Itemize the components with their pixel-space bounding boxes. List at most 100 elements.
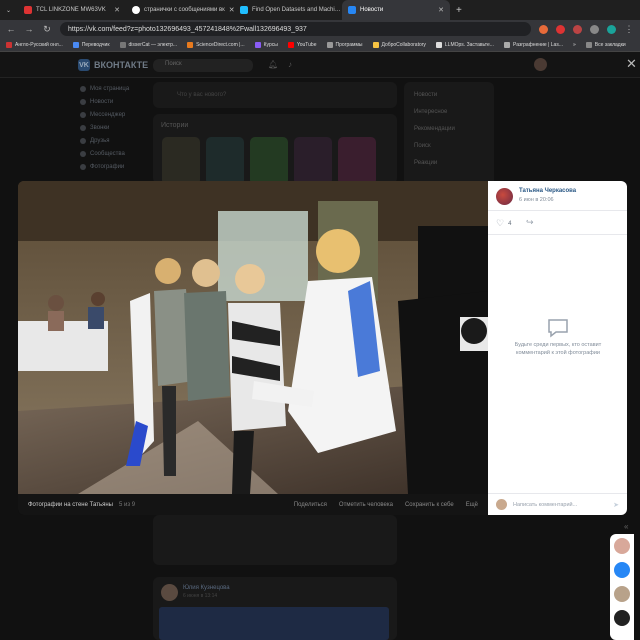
- plus-icon: +: [456, 4, 462, 16]
- photo[interactable]: [18, 181, 488, 494]
- menu-item[interactable]: Мессенджер: [80, 108, 152, 121]
- browser-tab-strip: ⌄ TCL LINKZONE MW63VK ✕ странички с сообщ…: [0, 0, 640, 20]
- filter-item[interactable]: Поиск: [414, 143, 484, 160]
- post-author-name[interactable]: Юлия Кузнецова: [183, 585, 230, 591]
- menu-label: Звонки: [90, 124, 110, 131]
- chat-avatar[interactable]: [614, 562, 630, 578]
- filter-item[interactable]: Новости: [414, 92, 484, 109]
- browser-tab-2[interactable]: странички с сообщениями вк ✕: [126, 0, 234, 20]
- story-item[interactable]: [250, 137, 288, 185]
- collapse-chats-icon[interactable]: «: [624, 522, 628, 531]
- menu-item[interactable]: Звонки: [80, 121, 152, 134]
- story-item[interactable]: [294, 137, 332, 185]
- browser-tab-3[interactable]: Find Open Datasets and Machi…✕: [234, 0, 342, 20]
- menu-item[interactable]: Фотографии: [80, 160, 152, 173]
- back-icon[interactable]: ←: [6, 24, 16, 34]
- bookmark-item[interactable]: YouTube: [287, 41, 317, 48]
- author-name[interactable]: Татьяна Черкасова: [519, 188, 576, 194]
- bookmark-item[interactable]: Pазграфнение | Las...: [503, 41, 563, 48]
- save-action[interactable]: Сохранить к себе: [405, 502, 454, 508]
- photo-viewer: Фотографии на стене Татьяны 5 из 9 Подел…: [18, 181, 627, 515]
- tab-favicon: [24, 6, 32, 14]
- filter-item[interactable]: Рекомендации: [414, 126, 484, 143]
- all-bookmarks[interactable]: Все закладки: [585, 41, 626, 48]
- menu-item[interactable]: Друзья: [80, 134, 152, 147]
- close-tab-icon[interactable]: ✕: [438, 6, 444, 14]
- forward-icon[interactable]: →: [24, 24, 34, 34]
- bookmark-label: YouTube: [296, 41, 317, 48]
- menu-dots-icon[interactable]: ⋮: [624, 24, 634, 35]
- menu-item[interactable]: Сообщества: [80, 147, 152, 160]
- bookmark-label: Программы: [335, 41, 363, 48]
- like-button[interactable]: ♡ 4: [496, 218, 511, 229]
- bookmark-item[interactable]: Программы: [326, 41, 363, 48]
- menu-item[interactable]: Новости: [80, 95, 152, 108]
- chat-rail: [610, 534, 634, 640]
- author-avatar[interactable]: [496, 188, 513, 205]
- extension-icon[interactable]: [556, 24, 565, 34]
- empty-comments-text: Будьте среди первых, кто оставит коммент…: [514, 342, 602, 356]
- share-arrow-icon[interactable]: ↪: [526, 217, 534, 228]
- send-icon[interactable]: ➤: [613, 501, 619, 509]
- bookmark-icon: [6, 41, 12, 48]
- post-image[interactable]: [159, 607, 389, 640]
- menu-item[interactable]: Моя страница: [80, 82, 152, 95]
- bookmark-item[interactable]: ДоброCollaboratory: [372, 41, 426, 48]
- bookmark-item[interactable]: Переводчик: [72, 41, 110, 48]
- extension-icon[interactable]: [573, 24, 582, 34]
- reload-icon[interactable]: ↻: [42, 24, 52, 35]
- menu-label: Друзья: [90, 137, 110, 144]
- bookmark-icon: [187, 41, 194, 48]
- tab-title: Новости: [360, 7, 384, 13]
- album-caption[interactable]: Фотографии на стене Татьяны: [28, 502, 113, 508]
- url-field[interactable]: https://vk.com/feed?z=photo132696493_457…: [60, 22, 531, 36]
- photo-counter: 5 из 9: [118, 501, 136, 508]
- bookmark-icon: [72, 41, 79, 48]
- menu-icon: [80, 85, 86, 92]
- new-post-box[interactable]: Что у вас нового?: [153, 82, 397, 108]
- new-tab-button[interactable]: +: [450, 0, 470, 20]
- chat-avatar[interactable]: [614, 586, 630, 602]
- story-item[interactable]: [338, 137, 376, 185]
- extensions-icon[interactable]: [590, 24, 599, 34]
- story-item[interactable]: [162, 137, 200, 185]
- story-item[interactable]: [206, 137, 244, 185]
- bookmark-label: Pазграфнение | Las...: [512, 41, 563, 48]
- bookmark-item[interactable]: disserCat — электр...: [119, 41, 177, 48]
- chat-avatar[interactable]: [614, 610, 630, 626]
- tab-title: странички с сообщениями вк: [144, 7, 225, 13]
- browser-tab-4-active[interactable]: Новости ✕: [342, 0, 450, 20]
- divider: [488, 234, 627, 235]
- filter-item[interactable]: Реакции: [414, 160, 484, 177]
- bookmark-icon: [435, 41, 442, 48]
- bookmarks-overflow[interactable]: »: [573, 42, 576, 48]
- close-tab-icon[interactable]: ✕: [114, 6, 120, 14]
- browser-tab-1[interactable]: TCL LINKZONE MW63VK ✕: [18, 0, 126, 20]
- bell-icon[interactable]: 🔔︎: [268, 60, 278, 69]
- bookmark-item[interactable]: Курсы: [254, 41, 278, 48]
- more-action[interactable]: Ещё: [466, 502, 478, 508]
- tab-favicon: [348, 6, 356, 14]
- comment-input[interactable]: Написать комментарий... ➤: [488, 493, 627, 515]
- vk-search-input[interactable]: Поиск: [153, 59, 253, 72]
- bookmark-item[interactable]: LLMOps. Заставьте...: [435, 41, 494, 48]
- chevron-down-icon: ⌄: [6, 7, 12, 14]
- filter-item[interactable]: Интересное: [414, 109, 484, 126]
- bookmark-item[interactable]: Англо-Русский онл...: [6, 41, 63, 48]
- tag-person-action[interactable]: Отметить человека: [339, 502, 393, 508]
- profile-icon[interactable]: [607, 24, 616, 34]
- user-avatar[interactable]: [534, 58, 547, 71]
- bookmark-item[interactable]: ScienceDirect.com |...: [187, 41, 245, 48]
- post-date: 6 июн в 20:06: [519, 197, 554, 203]
- music-icon[interactable]: ♪: [288, 60, 292, 69]
- menu-icon: [80, 124, 86, 131]
- menu-icon: [80, 163, 86, 170]
- extension-icon[interactable]: [539, 24, 548, 34]
- close-viewer-icon[interactable]: ✕: [626, 56, 637, 72]
- post-author-avatar[interactable]: [161, 584, 178, 601]
- tab-list-button[interactable]: ⌄: [0, 0, 18, 20]
- menu-label: Новости: [90, 98, 114, 105]
- share-action[interactable]: Поделиться: [294, 502, 327, 508]
- chat-avatar[interactable]: [614, 538, 630, 554]
- vk-logo[interactable]: VK ВКОНТАКТЕ: [78, 59, 148, 71]
